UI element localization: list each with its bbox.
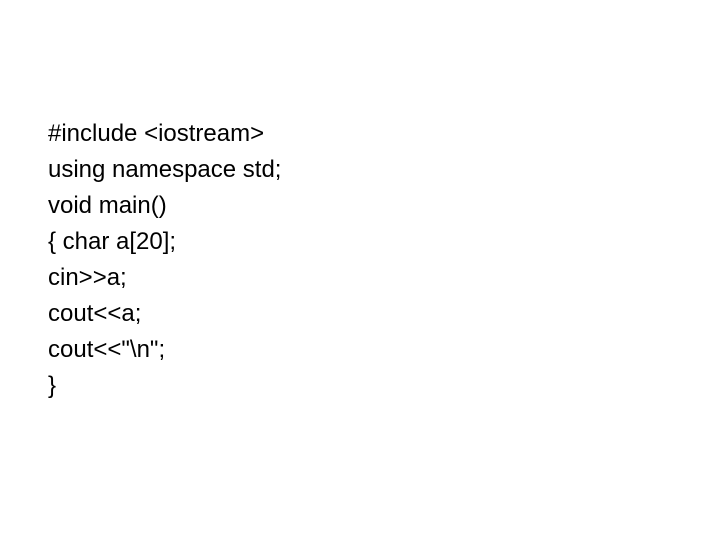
code-line-5: cin>>a; [48, 260, 281, 296]
code-line-3: void main() [48, 188, 281, 224]
code-block: #include <iostream> using namespace std;… [48, 116, 281, 404]
code-line-6: cout<<a; [48, 296, 281, 332]
code-line-2: using namespace std; [48, 152, 281, 188]
code-line-1: #include <iostream> [48, 116, 281, 152]
code-line-7: cout<<"\n"; [48, 332, 281, 368]
code-line-4: { char a[20]; [48, 224, 281, 260]
code-line-8: } [48, 368, 281, 404]
